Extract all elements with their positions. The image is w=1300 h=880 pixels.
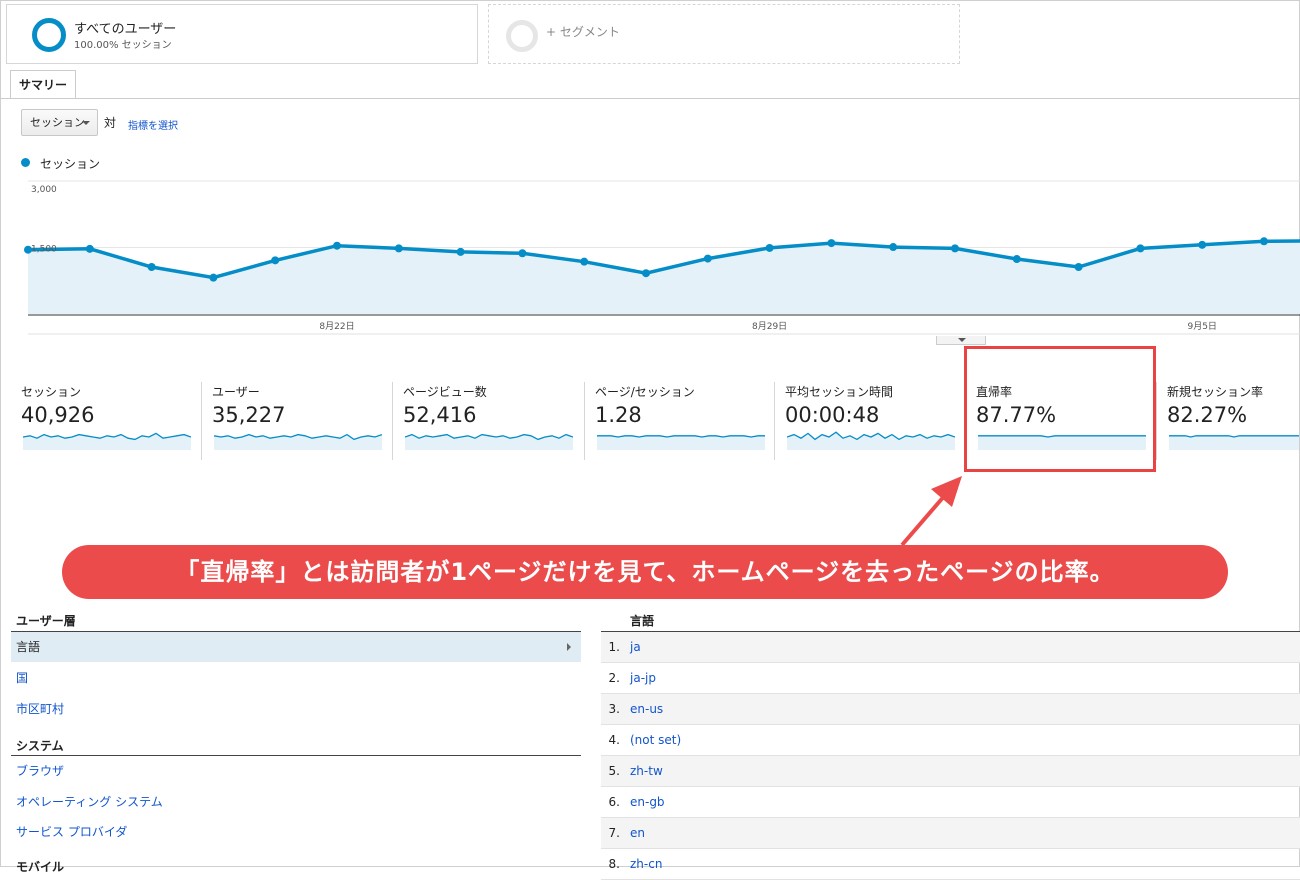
row-number: 4. [608,733,620,747]
arrow-head-icon [931,476,962,507]
nav-item-label: 言語 [16,640,41,654]
row-number: 6. [608,795,620,809]
chevron-right-icon [567,643,571,651]
section-system-heading: システム [16,739,64,753]
table-row: 8. zh-cn [601,849,1300,880]
section-demographics-heading: ユーザー層 [16,614,76,628]
row-number: 2. [608,671,620,685]
arrow-shaft [900,492,948,547]
table-row: 1. ja [601,632,1300,663]
row-number: 1. [608,640,620,654]
language-link[interactable]: (not set) [630,725,681,755]
language-link[interactable]: zh-cn [630,849,662,879]
bounce-rate-callout: 「直帰率」とは訪問者が1ページだけを見て、ホームページを去ったページの比率。 [62,545,1228,599]
table-row: 6. en-gb [601,787,1300,818]
table-row: 4. (not set) [601,725,1300,756]
nav-item-service-provider[interactable]: サービス プロバイダ [11,817,581,847]
language-link[interactable]: zh-tw [630,756,663,786]
table-row: 2. ja-jp [601,663,1300,694]
nav-item-country[interactable]: 国 [11,663,581,693]
table-row: 3. en-us [601,694,1300,725]
language-link[interactable]: en-us [630,694,663,724]
tab-summary[interactable]: サマリー [10,70,76,98]
language-link[interactable]: ja [630,632,641,662]
row-number: 3. [608,702,620,716]
table-row: 7. en [601,818,1300,849]
nav-item-language[interactable]: 言語 [11,632,581,662]
nav-item-operating-system[interactable]: オペレーティング システム [11,787,581,817]
language-table-header: 言語 [630,614,655,628]
row-number: 5. [608,764,620,778]
nav-item-browser[interactable]: ブラウザ [11,756,581,786]
language-link[interactable]: en [630,818,645,848]
table-row: 5. zh-tw [601,756,1300,787]
row-number: 8. [608,857,620,871]
language-link[interactable]: ja-jp [630,663,656,693]
language-link[interactable]: en-gb [630,787,665,817]
nav-item-city[interactable]: 市区町村 [11,694,581,724]
row-number: 7. [608,826,620,840]
